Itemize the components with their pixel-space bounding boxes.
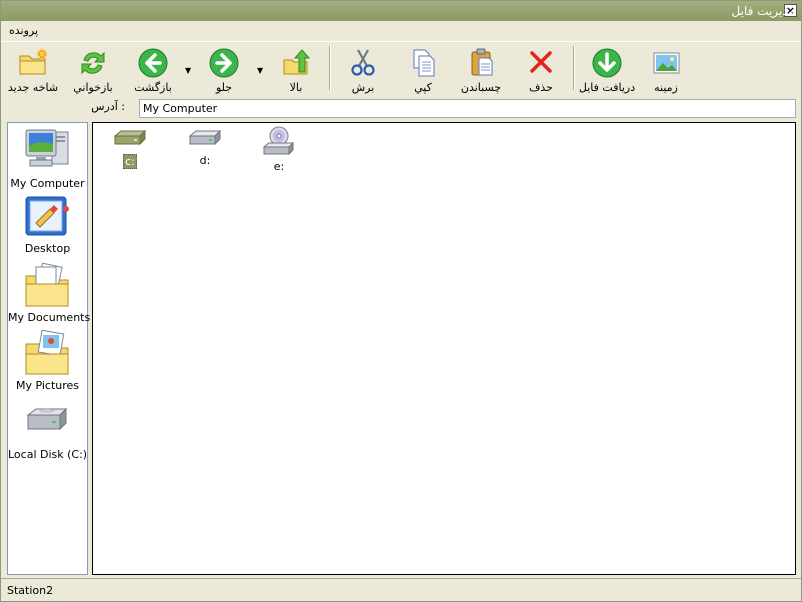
drive-item-e[interactable]: e: — [249, 125, 309, 173]
drive-item-c[interactable]: c: — [100, 125, 160, 169]
refresh-button[interactable]: بازخواني — [59, 44, 127, 94]
cut-label: برش — [351, 81, 375, 94]
desktop-icon — [25, 196, 69, 236]
place-local-disk-c[interactable]: Local Disk (C:) — [8, 403, 87, 461]
up-folder-icon — [283, 49, 311, 75]
drive-label: e: — [273, 160, 285, 173]
places-sidebar: My Computer Desktop My Documents My Pict… — [7, 122, 91, 575]
paste-icon — [471, 48, 493, 76]
drive-label: d: — [199, 154, 211, 167]
refresh-icon — [81, 51, 105, 75]
copy-icon — [413, 49, 435, 77]
back-arrow-icon — [138, 48, 168, 78]
my-pictures-icon — [25, 330, 68, 375]
drive-d-icon — [188, 129, 222, 146]
delete-button[interactable]: حذف — [507, 44, 575, 94]
place-my-pictures[interactable]: My Pictures — [8, 330, 87, 392]
place-label: My Documents — [8, 311, 91, 324]
address-input[interactable] — [139, 99, 796, 118]
back-button[interactable]: بازگشت — [119, 44, 187, 94]
download-arrow-icon — [592, 48, 622, 78]
background-label: زمينه — [654, 81, 678, 94]
cd-drive-icon — [262, 126, 295, 156]
status-bar: Station2 — [1, 578, 801, 602]
file-list-pane[interactable]: c: d: e: — [92, 122, 796, 575]
drive-item-d[interactable]: d: — [175, 125, 235, 167]
new-folder-label: شاخه جديد — [7, 81, 59, 94]
forward-label: جلو — [215, 81, 233, 94]
place-label: Local Disk (C:) — [8, 448, 88, 461]
scissors-icon — [351, 49, 375, 76]
background-button[interactable]: زمينه — [632, 44, 700, 94]
place-desktop[interactable]: Desktop — [8, 195, 87, 255]
delete-x-icon — [530, 51, 552, 73]
download-file-button[interactable]: دريافت فايل — [573, 44, 641, 94]
my-documents-icon — [25, 262, 68, 307]
up-button[interactable]: بالا — [262, 44, 330, 94]
cut-button[interactable]: برش — [329, 44, 397, 94]
forward-button[interactable]: جلو — [190, 44, 258, 94]
my-computer-icon — [25, 129, 68, 167]
drive-label: c: — [123, 154, 137, 169]
local-disk-icon — [26, 407, 67, 431]
place-my-computer[interactable]: My Computer — [8, 126, 87, 190]
place-label: Desktop — [24, 242, 71, 255]
place-my-documents[interactable]: My Documents — [8, 262, 91, 324]
download-file-label: دريافت فايل — [578, 81, 636, 94]
place-label: My Pictures — [15, 379, 80, 392]
menu-file[interactable]: پرونده — [9, 24, 38, 37]
file-manager-window: × مديريت فايل پرونده شاخه جديد بازخواني — [0, 0, 802, 602]
title-bar[interactable]: × مديريت فايل — [1, 1, 801, 22]
paste-button[interactable]: چسباندن — [447, 44, 515, 94]
status-text: Station2 — [7, 584, 54, 597]
up-label: بالا — [289, 81, 303, 94]
delete-label: حذف — [529, 81, 553, 94]
drive-c-icon — [113, 129, 147, 146]
refresh-label: بازخواني — [73, 81, 113, 94]
toolbar: شاخه جديد بازخواني بازگشت ▼ جلو ▼ بالا ب… — [1, 42, 801, 95]
window-title: مديريت فايل — [731, 4, 795, 18]
paste-label: چسباندن — [460, 81, 502, 94]
picture-icon — [653, 52, 680, 74]
new-folder-icon — [19, 48, 48, 75]
back-label: بازگشت — [134, 81, 172, 94]
address-label: : آدرس — [91, 100, 125, 113]
new-folder-button[interactable]: شاخه جديد — [0, 44, 67, 94]
menu-bar: پرونده — [1, 21, 801, 42]
place-label: My Computer — [10, 177, 85, 190]
forward-arrow-icon — [209, 48, 239, 78]
